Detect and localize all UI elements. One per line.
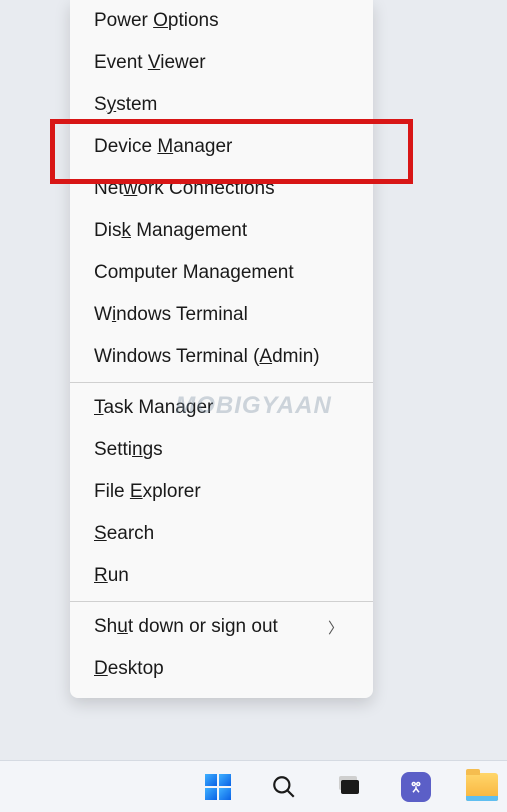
menu-power-options[interactable]: Power Options bbox=[70, 0, 373, 42]
menu-task-manager[interactable]: Task Manager bbox=[70, 387, 373, 429]
menu-item-label: Windows Terminal bbox=[94, 304, 248, 326]
menu-desktop[interactable]: Desktop bbox=[70, 648, 373, 690]
menu-device-manager[interactable]: Device Manager bbox=[70, 126, 373, 168]
menu-item-label: Task Manager bbox=[94, 397, 213, 419]
menu-item-label: Device Manager bbox=[94, 136, 232, 158]
menu-item-label: Disk Management bbox=[94, 220, 247, 242]
menu-separator bbox=[70, 382, 373, 383]
file-explorer-button[interactable] bbox=[462, 767, 502, 807]
winx-context-menu: Power Options Event Viewer System Device Ma… bbox=[70, 0, 373, 698]
menu-shutdown-signout[interactable]: Shut down or sign out 〉 bbox=[70, 606, 373, 648]
menu-item-label: Search bbox=[94, 523, 154, 545]
windows-logo-icon bbox=[205, 774, 231, 800]
menu-item-label: Event Viewer bbox=[94, 52, 206, 74]
task-view-icon bbox=[337, 774, 363, 800]
menu-item-label: Computer Management bbox=[94, 262, 294, 284]
task-view-button[interactable] bbox=[330, 767, 370, 807]
chat-icon bbox=[401, 772, 431, 802]
menu-windows-terminal[interactable]: Windows Terminal bbox=[70, 294, 373, 336]
menu-run[interactable]: Run bbox=[70, 555, 373, 597]
menu-disk-management[interactable]: Disk Management bbox=[70, 210, 373, 252]
folder-icon bbox=[466, 773, 498, 801]
menu-item-label: Network Connections bbox=[94, 178, 275, 200]
menu-item-label: Desktop bbox=[94, 658, 164, 680]
menu-item-label: Run bbox=[94, 565, 129, 587]
menu-computer-management[interactable]: Computer Management bbox=[70, 252, 373, 294]
taskbar-search-button[interactable] bbox=[264, 767, 304, 807]
menu-system[interactable]: System bbox=[70, 84, 373, 126]
start-button[interactable] bbox=[198, 767, 238, 807]
taskbar bbox=[0, 760, 507, 812]
menu-search[interactable]: Search bbox=[70, 513, 373, 555]
menu-item-label: System bbox=[94, 94, 157, 116]
menu-item-label: Settings bbox=[94, 439, 163, 461]
menu-item-label: Shut down or sign out bbox=[94, 616, 278, 638]
menu-item-label: File Explorer bbox=[94, 481, 201, 503]
menu-network-connections[interactable]: Network Connections bbox=[70, 168, 373, 210]
menu-item-label: Windows Terminal (Admin) bbox=[94, 346, 320, 368]
menu-separator bbox=[70, 601, 373, 602]
menu-event-viewer[interactable]: Event Viewer bbox=[70, 42, 373, 84]
menu-file-explorer[interactable]: File Explorer bbox=[70, 471, 373, 513]
menu-item-label: Power Options bbox=[94, 10, 219, 32]
chevron-right-icon: 〉 bbox=[328, 617, 343, 638]
menu-windows-terminal-admin[interactable]: Windows Terminal (Admin) bbox=[70, 336, 373, 378]
menu-settings[interactable]: Settings bbox=[70, 429, 373, 471]
chat-button[interactable] bbox=[396, 767, 436, 807]
search-icon bbox=[271, 774, 297, 800]
